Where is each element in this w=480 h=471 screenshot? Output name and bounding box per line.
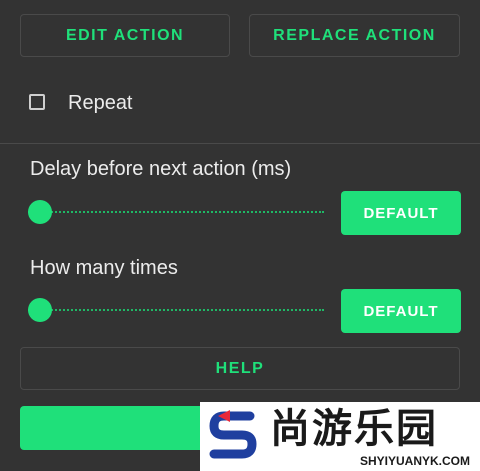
slider-thumb[interactable]: [28, 200, 52, 224]
delay-default-button[interactable]: DEFAULT: [341, 191, 461, 235]
times-slider[interactable]: [28, 298, 324, 322]
delay-label: Delay before next action (ms): [30, 158, 292, 180]
watermark-text: 尚游乐园: [270, 407, 438, 451]
watermark-logo-icon: [209, 410, 257, 459]
repeat-label: Repeat: [68, 92, 133, 114]
times-label: How many times: [30, 257, 178, 279]
section-divider: [0, 143, 480, 144]
edit-action-button[interactable]: EDIT ACTION: [20, 14, 230, 57]
slider-thumb[interactable]: [28, 298, 52, 322]
watermark-url: SHYIYUANYK.COM: [359, 454, 470, 468]
delay-slider[interactable]: [28, 200, 324, 224]
slider-track: [28, 309, 324, 311]
watermark: 尚游乐园 SHYIYUANYK.COM: [200, 402, 480, 471]
replace-action-button[interactable]: REPLACE ACTION: [249, 14, 460, 57]
times-default-button[interactable]: DEFAULT: [341, 289, 461, 333]
slider-track: [28, 211, 324, 213]
repeat-checkbox[interactable]: [29, 94, 45, 110]
help-button[interactable]: HELP: [20, 347, 460, 390]
